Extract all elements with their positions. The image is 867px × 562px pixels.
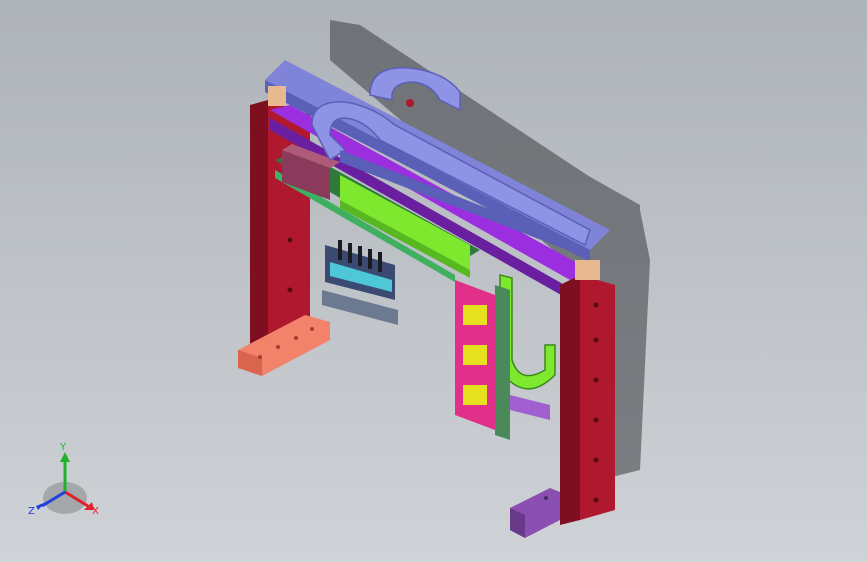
right-foot[interactable] <box>510 488 560 538</box>
z-axis-rail[interactable] <box>495 285 550 440</box>
orientation-triad[interactable]: Y X Z <box>20 440 120 530</box>
z-axis-label: Z <box>28 506 35 517</box>
gantry-model[interactable] <box>0 0 867 562</box>
y-axis-label: Y <box>59 442 67 453</box>
cad-viewport[interactable]: Y X Z <box>0 0 867 562</box>
y-arrow-head <box>60 452 70 462</box>
left-end-block[interactable] <box>268 86 286 106</box>
right-column[interactable] <box>560 260 615 525</box>
x-axis-label: X <box>92 506 99 517</box>
gripper-head[interactable] <box>322 240 398 325</box>
z-axis-plate[interactable] <box>455 280 495 430</box>
